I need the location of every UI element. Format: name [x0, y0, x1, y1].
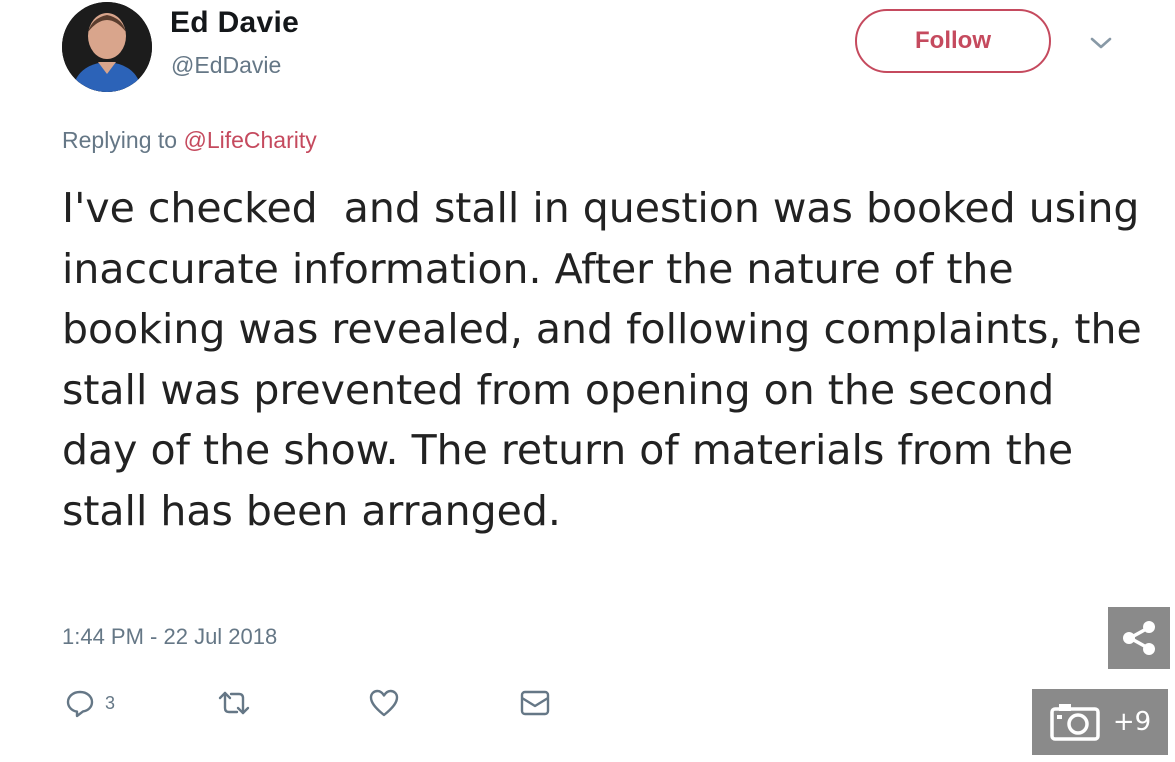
share-button[interactable] — [1108, 607, 1170, 669]
tweet-text: I've checked and stall in question was b… — [62, 184, 1155, 535]
reply-action[interactable]: 3 — [65, 688, 115, 718]
avatar[interactable] — [62, 2, 152, 92]
replying-to-label: Replying to — [62, 127, 178, 153]
reply-count: 3 — [105, 692, 116, 713]
author-name[interactable]: Ed Davie — [170, 6, 299, 40]
camera-icon — [1050, 704, 1100, 741]
heart-icon — [369, 689, 399, 717]
like-action[interactable] — [368, 688, 400, 718]
retweet-action[interactable] — [216, 688, 252, 718]
share-icon — [1123, 621, 1155, 655]
reply-mention-link[interactable]: @LifeCharity — [183, 127, 316, 153]
chevron-down-icon[interactable] — [1089, 33, 1113, 53]
replying-to: Replying to @LifeCharity — [62, 127, 317, 154]
tweet-card: Ed Davie @EdDavie Follow Replying to @Li… — [0, 0, 1175, 762]
author-handle[interactable]: @EdDavie — [171, 52, 281, 79]
reply-icon — [66, 690, 94, 718]
gallery-button[interactable]: +9 — [1032, 689, 1168, 755]
follow-button[interactable]: Follow — [855, 9, 1051, 73]
message-action[interactable] — [518, 688, 552, 718]
retweet-icon — [218, 691, 250, 715]
timestamp[interactable]: 1:44 PM - 22 Jul 2018 — [62, 624, 277, 650]
envelope-icon — [520, 690, 550, 716]
gallery-count: +9 — [1112, 707, 1152, 737]
user-avatar-image — [62, 2, 152, 92]
